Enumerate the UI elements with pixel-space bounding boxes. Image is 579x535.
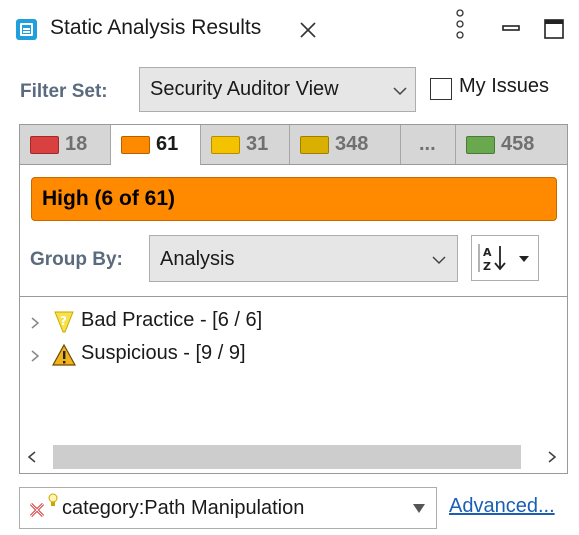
view-title: Static Analysis Results <box>50 16 262 39</box>
tab-all[interactable]: 458 <box>456 125 567 164</box>
warning-icon <box>51 343 77 366</box>
scroll-left-icon[interactable] <box>26 450 38 464</box>
view-menu-icon[interactable] <box>454 7 466 43</box>
search-filter-combo[interactable]: category:Path Manipulation <box>19 487 437 529</box>
selected-folder-label: High (6 of 61) <box>42 187 176 210</box>
priority-folder-tabs: 18 61 31 348 ... 458 <box>20 125 567 165</box>
tab-critical[interactable]: 18 <box>20 125 111 164</box>
group-by-dropdown[interactable]: Analysis <box>149 235 458 282</box>
selected-folder-banner: High (6 of 61) <box>31 177 557 221</box>
issues-tree: ? Bad Practice - [6 / 6] Suspicious - [9… <box>20 296 567 443</box>
expand-arrow-icon[interactable] <box>30 316 40 330</box>
minimize-icon[interactable] <box>501 19 521 39</box>
group-by-value: Analysis <box>160 248 235 270</box>
issues-panel: 18 61 31 348 ... 458 High (6 of 61) Grou… <box>19 124 568 474</box>
tree-item-label: Suspicious - [9 / 9] <box>81 342 246 364</box>
chevron-down-icon <box>432 256 446 265</box>
svg-text:Z: Z <box>483 260 491 273</box>
my-issues-label[interactable]: My Issues <box>459 75 549 98</box>
lightbulb-icon <box>48 493 58 506</box>
tree-item-bad-practice[interactable]: ? Bad Practice - [6 / 6] <box>20 308 560 336</box>
question-bulb-icon: ? <box>54 311 74 333</box>
tab-medium[interactable]: 31 <box>201 125 290 164</box>
search-filter-value: category:Path Manipulation <box>62 497 305 519</box>
tab-low[interactable]: 348 <box>290 125 401 164</box>
medium-color-swatch <box>211 136 240 154</box>
close-icon[interactable] <box>297 19 319 41</box>
tab-count: 458 <box>501 133 535 155</box>
svg-text:?: ? <box>60 314 67 328</box>
my-issues-checkbox[interactable] <box>430 78 452 100</box>
svg-text:A: A <box>483 246 492 259</box>
filter-set-label: Filter Set: <box>20 81 108 102</box>
tab-count: 18 <box>65 133 88 155</box>
tab-more[interactable]: ... <box>401 125 456 164</box>
group-by-label: Group By: <box>30 249 123 270</box>
tab-count: 348 <box>335 133 369 155</box>
expand-arrow-icon[interactable] <box>30 349 40 363</box>
tab-count: 61 <box>156 133 179 155</box>
tree-item-suspicious[interactable]: Suspicious - [9 / 9] <box>20 341 560 369</box>
scrollbar-thumb[interactable] <box>53 445 521 469</box>
sort-az-icon: A Z <box>478 244 529 273</box>
scrollbar-track[interactable] <box>53 445 521 469</box>
critical-color-swatch <box>30 136 59 154</box>
tree-item-label: Bad Practice - [6 / 6] <box>81 309 263 331</box>
all-color-swatch <box>466 136 495 154</box>
static-analysis-results-view: Static Analysis Results Filter Set: Secu… <box>0 0 579 535</box>
sort-button[interactable]: A Z <box>471 235 539 281</box>
scroll-right-icon[interactable] <box>546 450 558 464</box>
tab-high[interactable]: 61 <box>111 125 201 165</box>
chevron-down-icon <box>393 87 407 96</box>
static-analysis-icon <box>16 19 37 40</box>
filter-set-dropdown[interactable]: Security Auditor View <box>139 67 416 112</box>
clear-filter-icon[interactable] <box>28 501 46 519</box>
dropdown-arrow-icon[interactable] <box>412 503 426 514</box>
horizontal-scrollbar[interactable] <box>20 441 567 473</box>
view-title-bar: Static Analysis Results <box>0 0 579 58</box>
maximize-icon[interactable] <box>543 18 565 40</box>
low-color-swatch <box>300 136 329 154</box>
filter-set-value: Security Auditor View <box>150 78 339 100</box>
more-tabs-label: ... <box>419 133 436 155</box>
advanced-link[interactable]: Advanced... <box>449 495 555 518</box>
high-color-swatch <box>121 136 150 154</box>
tab-count: 31 <box>246 133 269 155</box>
